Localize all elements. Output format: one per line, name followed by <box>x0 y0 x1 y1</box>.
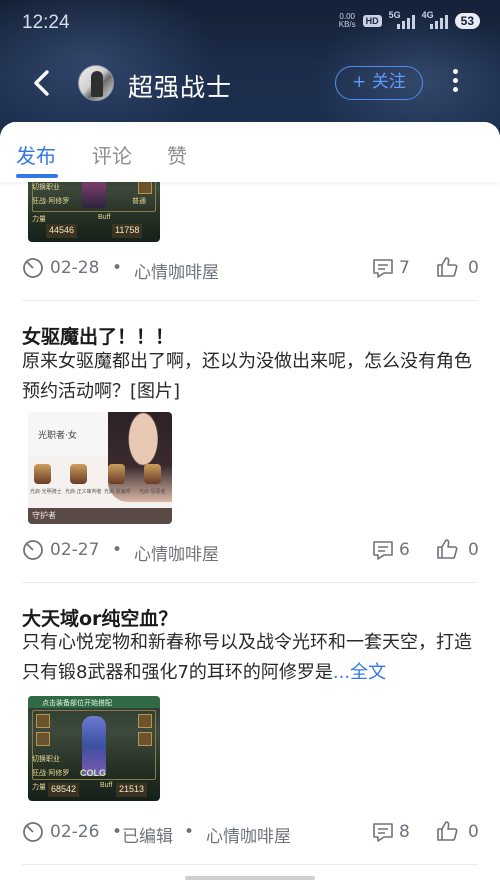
thumbs-up-icon[interactable] <box>436 256 458 278</box>
network-speed: 0.00 KB/s <box>338 12 356 29</box>
edited-label: 已编辑 <box>122 827 173 847</box>
post-circle-link[interactable]: 心情咖啡屋 <box>134 258 219 283</box>
back-button[interactable] <box>26 66 60 100</box>
hd-icon: HD <box>362 15 382 27</box>
tab-comments[interactable]: 评论 <box>92 140 132 169</box>
status-time: 12:24 <box>22 12 70 33</box>
post-title[interactable]: 大天域or纯空血？ <box>22 604 177 631</box>
signal-5g-icon: 5G <box>389 10 415 29</box>
home-indicator <box>185 876 315 880</box>
character-select-image: 光职者·女 光启·光明骑士 光启·正义审判者 光启·驱魔师 光启·惩恶者 守护者 <box>28 412 172 524</box>
status-bar: 12:24 0.00 KB/s HD 5G 4G 53 <box>0 0 500 46</box>
tab-posts[interactable]: 发布 <box>16 140 56 169</box>
meta-separator: • <box>184 822 195 842</box>
post-image[interactable]: 点击装备部位开始搭配 切换职业 COLG 狂战·阿修罗 力量 68542 Buf… <box>28 696 160 801</box>
post-body[interactable]: 只有心悦宠物和新春称号以及战令光环和一套天空，打造只有锻8武器和强化7的耳环的阿… <box>22 628 482 688</box>
post-feed[interactable]: 切换职业 狂战·阿修罗 COLG 普通 力量 44546 Buff 11758 … <box>0 122 500 888</box>
status-icons: 0.00 KB/s HD 5G 4G 53 <box>338 10 480 29</box>
tab-active-indicator <box>16 174 58 178</box>
more-button[interactable] <box>444 66 466 100</box>
post-meta: 02-28 • 心情咖啡屋 7 0 <box>22 255 482 283</box>
content-sheet: 切换职业 狂战·阿修罗 COLG 普通 力量 44546 Buff 11758 … <box>0 122 500 888</box>
post-title[interactable]: 女驱魔出了！！！ <box>22 322 174 349</box>
comment-icon[interactable] <box>372 822 394 842</box>
post-meta: 02-27 • 心情咖啡屋 6 0 <box>22 537 482 565</box>
comment-count: 7 <box>399 258 410 278</box>
clock-icon <box>23 258 43 278</box>
post-circle-link[interactable]: 心情咖啡屋 <box>206 822 291 847</box>
like-count: 0 <box>468 258 479 278</box>
comment-icon[interactable] <box>372 540 394 560</box>
tab-likes[interactable]: 赞 <box>167 140 187 169</box>
chevron-left-icon <box>34 70 49 96</box>
like-count: 0 <box>468 822 479 842</box>
nav-bar: 超强战士 + 关注 <box>0 54 500 112</box>
post-body[interactable]: 原来女驱魔都出了啊，还以为没做出来呢，怎么没有角色预约活动啊？[图片] <box>22 347 482 407</box>
game-screenshot-image: 点击装备部位开始搭配 切换职业 COLG 狂战·阿修罗 力量 68542 Buf… <box>28 696 160 801</box>
meta-separator: • <box>112 540 123 560</box>
post-date: 02-26 <box>50 822 100 842</box>
meta-separator: • <box>112 258 123 278</box>
thumbs-up-icon[interactable] <box>436 538 458 560</box>
tab-bar: 发布 评论 赞 <box>0 122 500 182</box>
read-more-link[interactable]: ...全文 <box>333 662 386 683</box>
battery-indicator: 53 <box>454 13 480 29</box>
clock-icon <box>23 540 43 560</box>
follow-button[interactable]: + 关注 <box>335 66 423 100</box>
post-divider <box>22 864 478 865</box>
post-divider <box>22 300 478 301</box>
like-count: 0 <box>468 540 479 560</box>
comment-icon[interactable] <box>372 258 394 278</box>
comment-count: 8 <box>399 822 410 842</box>
post-image[interactable]: 光职者·女 光启·光明骑士 光启·正义审判者 光启·驱魔师 光启·惩恶者 守护者 <box>28 412 172 524</box>
post-date: 02-27 <box>50 540 100 560</box>
comment-count: 6 <box>399 540 410 560</box>
meta-separator: • <box>112 822 123 842</box>
profile-nickname: 超强战士 <box>128 73 233 102</box>
post-divider <box>22 582 478 583</box>
more-vertical-icon <box>452 69 458 74</box>
signal-4g-icon: 4G <box>422 10 448 29</box>
post-circle-link[interactable]: 心情咖啡屋 <box>134 540 219 565</box>
avatar[interactable] <box>78 65 114 101</box>
thumbs-up-icon[interactable] <box>436 820 458 842</box>
clock-icon <box>23 822 43 842</box>
post-meta: 02-26 • 已编辑 • 心情咖啡屋 8 0 <box>22 819 482 847</box>
post-date: 02-28 <box>50 258 100 278</box>
